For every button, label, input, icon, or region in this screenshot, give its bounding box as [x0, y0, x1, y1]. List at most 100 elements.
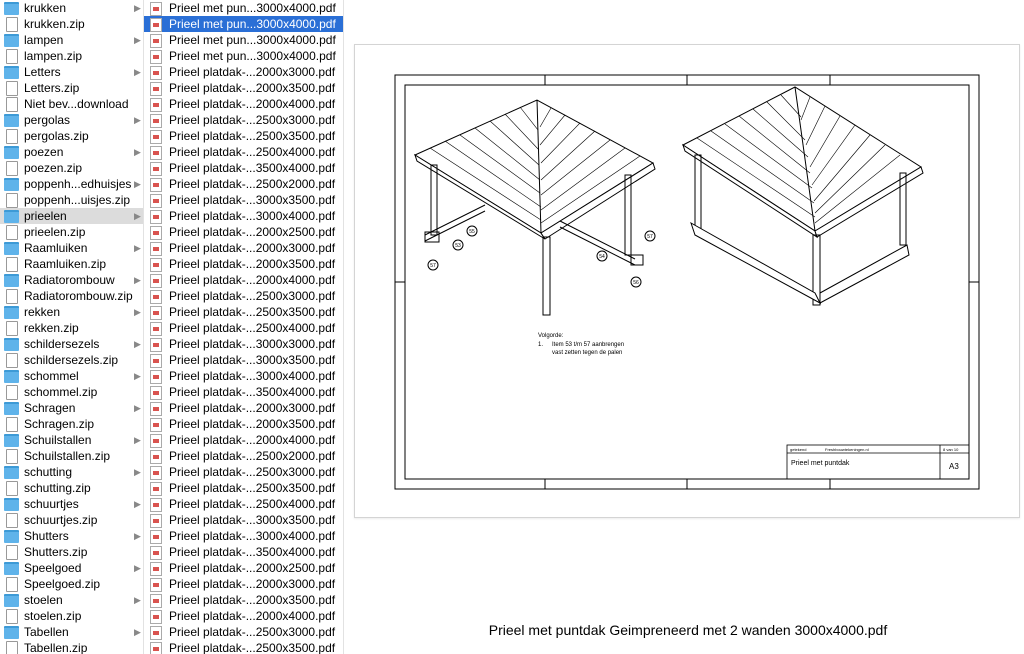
file-list-item[interactable]: Prieel platdak-...2500x3500.pdf	[144, 128, 343, 144]
file-icon	[4, 513, 18, 528]
svg-text:vast zetten tegen de palen: vast zetten tegen de palen	[552, 350, 622, 356]
file-list-item[interactable]: Prieel platdak-...2500x3500.pdf	[144, 640, 343, 654]
file-list-item[interactable]: Prieel met pun...3000x4000.pdf	[144, 32, 343, 48]
sidebar-item[interactable]: Shutters ▶	[0, 528, 143, 544]
sidebar-item[interactable]: schildersezels.zip	[0, 352, 143, 368]
file-list-item[interactable]: Prieel platdak-...2500x4000.pdf	[144, 320, 343, 336]
sidebar-item[interactable]: pergolas.zip	[0, 128, 143, 144]
sidebar-item[interactable]: Tabellen ▶	[0, 624, 143, 640]
file-list-item[interactable]: Prieel platdak-...2000x3500.pdf	[144, 256, 343, 272]
file-list-item[interactable]: Prieel platdak-...2000x3000.pdf	[144, 64, 343, 80]
file-list-item[interactable]: Prieel met pun...3000x4000.pdf	[144, 0, 343, 16]
file-list-item[interactable]: Prieel platdak-...2500x3500.pdf	[144, 304, 343, 320]
sidebar-item[interactable]: poppenh...edhuisjes ▶	[0, 176, 143, 192]
sidebar-item[interactable]: Radiatorombouw ▶	[0, 272, 143, 288]
sidebar-item[interactable]: rekken.zip	[0, 320, 143, 336]
file-icon	[4, 97, 18, 112]
file-list-item[interactable]: Prieel platdak-...2000x3500.pdf	[144, 592, 343, 608]
sidebar-item[interactable]: poezen.zip	[0, 160, 143, 176]
file-list-item[interactable]: Prieel platdak-...2000x4000.pdf	[144, 432, 343, 448]
file-list-item[interactable]: Prieel platdak-...2500x3000.pdf	[144, 624, 343, 640]
file-list-item[interactable]: Prieel platdak-...3500x4000.pdf	[144, 160, 343, 176]
pdf-file-icon	[150, 610, 162, 624]
file-list-item[interactable]: Prieel platdak-...2500x2000.pdf	[144, 448, 343, 464]
file-list-item[interactable]: Prieel platdak-...2500x3000.pdf	[144, 464, 343, 480]
pdf-preview: 53 55 57 54 57 56 Volgorde: 1. Item 53 t…	[354, 44, 1020, 518]
file-list-item[interactable]: Prieel platdak-...2000x3000.pdf	[144, 240, 343, 256]
sidebar-item[interactable]: schutting.zip	[0, 480, 143, 496]
sidebar-item[interactable]: Raamluiken ▶	[0, 240, 143, 256]
sidebar-item[interactable]: Radiatorombouw.zip	[0, 288, 143, 304]
sidebar-item[interactable]: krukken ▶	[0, 0, 143, 16]
file-list-item[interactable]: Prieel platdak-...3000x3000.pdf	[144, 336, 343, 352]
file-list-column[interactable]: Prieel met pun...3000x4000.pdf Prieel met…	[144, 0, 344, 654]
gazebo-left-drawing	[413, 99, 656, 316]
file-list-item[interactable]: Prieel platdak-...3000x4000.pdf	[144, 368, 343, 384]
sidebar-item[interactable]: poezen ▶	[0, 144, 143, 160]
file-list-item[interactable]: Prieel platdak-...3000x3500.pdf	[144, 512, 343, 528]
sidebar-item[interactable]: Letters.zip	[0, 80, 143, 96]
sidebar-item[interactable]: krukken.zip	[0, 16, 143, 32]
sidebar-item[interactable]: schutting ▶	[0, 464, 143, 480]
file-list-item[interactable]: Prieel platdak-...2500x2000.pdf	[144, 176, 343, 192]
file-list-item[interactable]: Prieel platdak-...2000x3000.pdf	[144, 576, 343, 592]
file-list-item[interactable]: Prieel platdak-...2000x3500.pdf	[144, 416, 343, 432]
sidebar-item[interactable]: Schragen ▶	[0, 400, 143, 416]
sidebar-item[interactable]: Speelgoed.zip	[0, 576, 143, 592]
file-list-item[interactable]: Prieel platdak-...3000x3500.pdf	[144, 192, 343, 208]
sidebar-item[interactable]: prieelen.zip	[0, 224, 143, 240]
sidebar-item[interactable]: Schuilstallen ▶	[0, 432, 143, 448]
file-list-item[interactable]: Prieel platdak-...3500x4000.pdf	[144, 384, 343, 400]
file-list-item[interactable]: Prieel met pun...3000x4000.pdf	[144, 48, 343, 64]
file-list-item[interactable]: Prieel platdak-...2000x2500.pdf	[144, 560, 343, 576]
file-list-item[interactable]: Prieel platdak-...2000x4000.pdf	[144, 608, 343, 624]
sidebar-item[interactable]: schommel ▶	[0, 368, 143, 384]
file-list-item-label: Prieel platdak-...3500x4000.pdf	[169, 545, 336, 559]
pdf-file-icon	[150, 162, 162, 176]
file-list-item[interactable]: Prieel platdak-...2000x4000.pdf	[144, 272, 343, 288]
file-list-item[interactable]: Prieel platdak-...3000x3500.pdf	[144, 352, 343, 368]
folder-icon	[4, 34, 19, 47]
sidebar-item[interactable]: schuurtjes ▶	[0, 496, 143, 512]
sidebar-item[interactable]: schuurtjes.zip	[0, 512, 143, 528]
file-list-item[interactable]: Prieel platdak-...2500x3000.pdf	[144, 288, 343, 304]
sidebar-item[interactable]: Tabellen.zip	[0, 640, 143, 654]
file-list-item[interactable]: Prieel platdak-...2000x3500.pdf	[144, 80, 343, 96]
file-list-item[interactable]: Prieel platdak-...2000x3000.pdf	[144, 400, 343, 416]
sidebar-item[interactable]: lampen ▶	[0, 32, 143, 48]
file-list-item[interactable]: Prieel platdak-...3500x4000.pdf	[144, 544, 343, 560]
file-list-item[interactable]: Prieel met pun...3000x4000.pdf	[144, 16, 343, 32]
sidebar-item[interactable]: Raamluiken.zip	[0, 256, 143, 272]
sidebar-item[interactable]: pergolas ▶	[0, 112, 143, 128]
folder-icon	[4, 594, 19, 607]
sidebar-item[interactable]: stoelen ▶	[0, 592, 143, 608]
file-list-item[interactable]: Prieel platdak-...3000x4000.pdf	[144, 528, 343, 544]
sidebar-item[interactable]: lampen.zip	[0, 48, 143, 64]
sidebar-item[interactable]: Speelgoed ▶	[0, 560, 143, 576]
file-list-item[interactable]: Prieel platdak-...2500x4000.pdf	[144, 496, 343, 512]
file-list-item[interactable]: Prieel platdak-...2500x4000.pdf	[144, 144, 343, 160]
sidebar-item[interactable]: schommel.zip	[0, 384, 143, 400]
sidebar-item[interactable]: Schuilstallen.zip	[0, 448, 143, 464]
sidebar-folder-column[interactable]: krukken ▶ krukken.zip lampen ▶ lampen.zip Lett…	[0, 0, 144, 654]
sidebar-item[interactable]: schildersezels ▶	[0, 336, 143, 352]
file-icon	[4, 257, 18, 272]
file-list-item[interactable]: Prieel platdak-...2500x3000.pdf	[144, 112, 343, 128]
sidebar-item[interactable]: prieelen ▶	[0, 208, 143, 224]
sidebar-item[interactable]: stoelen.zip	[0, 608, 143, 624]
file-list-item[interactable]: Prieel platdak-...2000x2500.pdf	[144, 224, 343, 240]
folder-icon	[4, 274, 19, 287]
file-list-item[interactable]: Prieel platdak-...3000x4000.pdf	[144, 208, 343, 224]
svg-text:53: 53	[455, 243, 461, 249]
file-icon	[4, 81, 18, 96]
sidebar-item[interactable]: Letters ▶	[0, 64, 143, 80]
file-icon	[4, 193, 18, 208]
sidebar-item-label: Speelgoed.zip	[24, 577, 101, 591]
sidebar-item[interactable]: poppenh...uisjes.zip	[0, 192, 143, 208]
file-list-item[interactable]: Prieel platdak-...2500x3500.pdf	[144, 480, 343, 496]
sidebar-item[interactable]: rekken ▶	[0, 304, 143, 320]
file-list-item[interactable]: Prieel platdak-...2000x4000.pdf	[144, 96, 343, 112]
sidebar-item[interactable]: Schragen.zip	[0, 416, 143, 432]
sidebar-item[interactable]: Niet bev...download	[0, 96, 143, 112]
sidebar-item[interactable]: Shutters.zip	[0, 544, 143, 560]
